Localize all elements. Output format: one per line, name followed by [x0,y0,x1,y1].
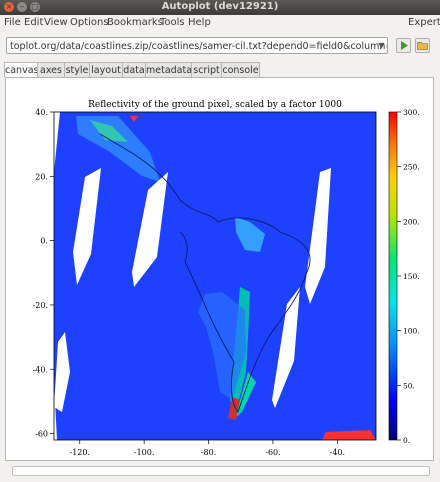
y-tick-label: 0. [40,237,48,246]
x-tick-label: -40. [330,448,345,457]
address-row: toplot.org/data/coastlines.zip/coastline… [0,34,440,58]
menu-file[interactable]: File [4,17,21,28]
go-button[interactable] [396,38,411,53]
menu-bookmarks[interactable]: Bookmarks [107,17,163,28]
menu-bar: File Edit View Options Bookmarks Tools H… [0,15,440,31]
reflectivity-plot[interactable]: Reflectivity of the ground pixel, scaled… [10,82,430,458]
colorbar-tick-label: 300. [403,108,420,117]
tab-console[interactable]: console [221,62,260,77]
menu-edit[interactable]: Edit [24,17,43,28]
heatmap-image [54,112,376,440]
expert-mode-menu[interactable]: Expert [408,17,440,28]
y-tick-label: 20. [35,172,48,181]
window-title: Autoplot (dev12921) [161,1,279,12]
x-axis: -120. -100. -80. -60. -40. [70,440,345,457]
y-axis: 40. 20. 0. -20. -40. -60 [33,108,54,439]
autoplot-window: × – □ Autoplot (dev12921) File Edit View… [0,0,440,482]
colorbar-tick-label: 250. [403,163,420,172]
tab-style[interactable]: style [64,62,90,77]
plot-canvas[interactable]: Reflectivity of the ground pixel, scaled… [5,77,434,461]
y-tick-label: -20. [33,301,48,310]
x-tick-label: -80. [201,448,216,457]
menu-help[interactable]: Help [188,17,211,28]
y-tick-label: 40. [35,108,48,117]
colorbar-tick-label: 50. [403,381,415,390]
y-tick-label: -60 [35,430,48,439]
tab-axes[interactable]: axes [37,62,65,77]
folder-icon [417,42,428,51]
tab-canvas[interactable]: canvas [4,62,38,77]
tab-metadata[interactable]: metadata [145,62,192,77]
y-tick-label: -40. [33,365,48,374]
browse-button[interactable] [415,38,430,53]
tab-layout[interactable]: layout [89,62,123,77]
play-icon [401,41,408,50]
colorbar-tick-label: 200. [403,217,420,226]
chart-title: Reflectivity of the ground pixel, scaled… [88,100,342,110]
status-bar [12,466,430,476]
menu-tools[interactable]: Tools [160,17,185,28]
menu-options[interactable]: Options [70,17,109,28]
colorbar [389,112,397,440]
x-tick-label: -60. [265,448,280,457]
data-uri-input[interactable]: toplot.org/data/coastlines.zip/coastline… [6,37,388,54]
colorbar-tick-label: 100. [403,327,420,336]
title-bar: × – □ Autoplot (dev12921) [0,0,440,15]
chevron-down-icon[interactable]: ▼ [376,38,387,53]
tab-script[interactable]: script [191,62,222,77]
colorbar-tick-label: 0. [403,436,410,445]
x-tick-label: -100. [134,448,155,457]
x-tick-label: -120. [70,448,91,457]
menu-view[interactable]: View [44,17,68,28]
tab-data[interactable]: data [122,62,146,77]
colorbar-tick-label: 150. [403,272,420,281]
colorbar-axis: 300. 250. 200. 150. 100. 50. 0. [397,108,420,445]
